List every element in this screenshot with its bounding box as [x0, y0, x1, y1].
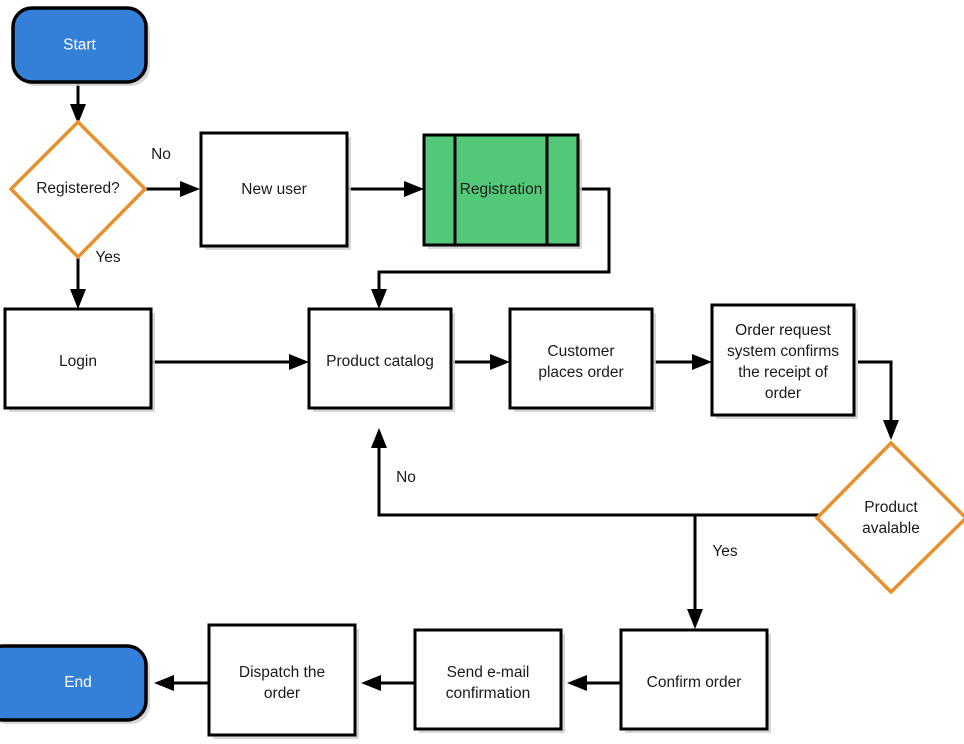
- node-product-available-decision[interactable]: Product avalable: [814, 440, 964, 595]
- edge-new-user-to-registration: [348, 181, 424, 197]
- edge-product-available-yes-to-confirm: [687, 515, 703, 629]
- start-shape: [11, 6, 148, 84]
- edge-start-to-registered: [70, 83, 86, 124]
- registered-shape: [8, 119, 148, 260]
- node-login[interactable]: Login: [3, 307, 155, 412]
- edge-registered-to-new-user: [145, 181, 200, 197]
- node-end[interactable]: End: [0, 644, 150, 724]
- edge-label-registered-no: No: [151, 146, 171, 163]
- registration-shape: [422, 133, 580, 247]
- end-shape: [0, 644, 148, 722]
- node-dispatch-order[interactable]: Dispatch the order: [207, 623, 359, 739]
- dispatch-order-shape: [207, 623, 357, 737]
- node-registration[interactable]: Registration: [422, 133, 582, 249]
- node-order-request[interactable]: Order request system confirms the receip…: [710, 303, 858, 419]
- node-confirm-order[interactable]: Confirm order: [619, 628, 771, 733]
- send-email-shape: [413, 628, 563, 731]
- edge-registered-to-login: [70, 257, 86, 309]
- node-start[interactable]: Start: [11, 6, 150, 86]
- node-product-catalog[interactable]: Product catalog: [307, 307, 455, 412]
- edge-product-catalog-to-customer: [453, 354, 510, 370]
- login-shape: [3, 307, 153, 410]
- new-user-shape: [199, 131, 349, 248]
- node-registered-decision[interactable]: Registered?: [8, 119, 148, 260]
- confirm-order-shape: [619, 628, 769, 731]
- edge-product-available-no-to-catalog: [371, 428, 820, 517]
- edge-send-email-to-dispatch: [361, 675, 415, 691]
- node-send-email[interactable]: Send e-mail confirmation: [413, 628, 565, 733]
- edge-label-available-yes: Yes: [712, 543, 738, 560]
- edge-customer-to-order-request: [654, 354, 712, 370]
- order-request-shape: [710, 303, 856, 417]
- edge-order-request-to-product-available: [858, 360, 899, 440]
- product-catalog-shape: [307, 307, 453, 410]
- flowchart-canvas: No Yes No Yes Start Registered? New user: [0, 0, 964, 744]
- product-available-shape: [814, 440, 964, 595]
- edge-confirm-to-send-email: [567, 675, 621, 691]
- edge-login-to-product-catalog: [152, 354, 309, 370]
- customer-places-order-shape: [508, 307, 654, 410]
- flowchart-svg: No Yes No Yes Start Registered? New user: [0, 6, 964, 739]
- node-new-user[interactable]: New user: [199, 131, 351, 250]
- node-customer-places-order[interactable]: Customer places order: [508, 307, 656, 412]
- edge-label-registered-yes: Yes: [95, 249, 121, 266]
- edge-label-available-no: No: [396, 469, 416, 486]
- edge-dispatch-to-end: [154, 675, 208, 691]
